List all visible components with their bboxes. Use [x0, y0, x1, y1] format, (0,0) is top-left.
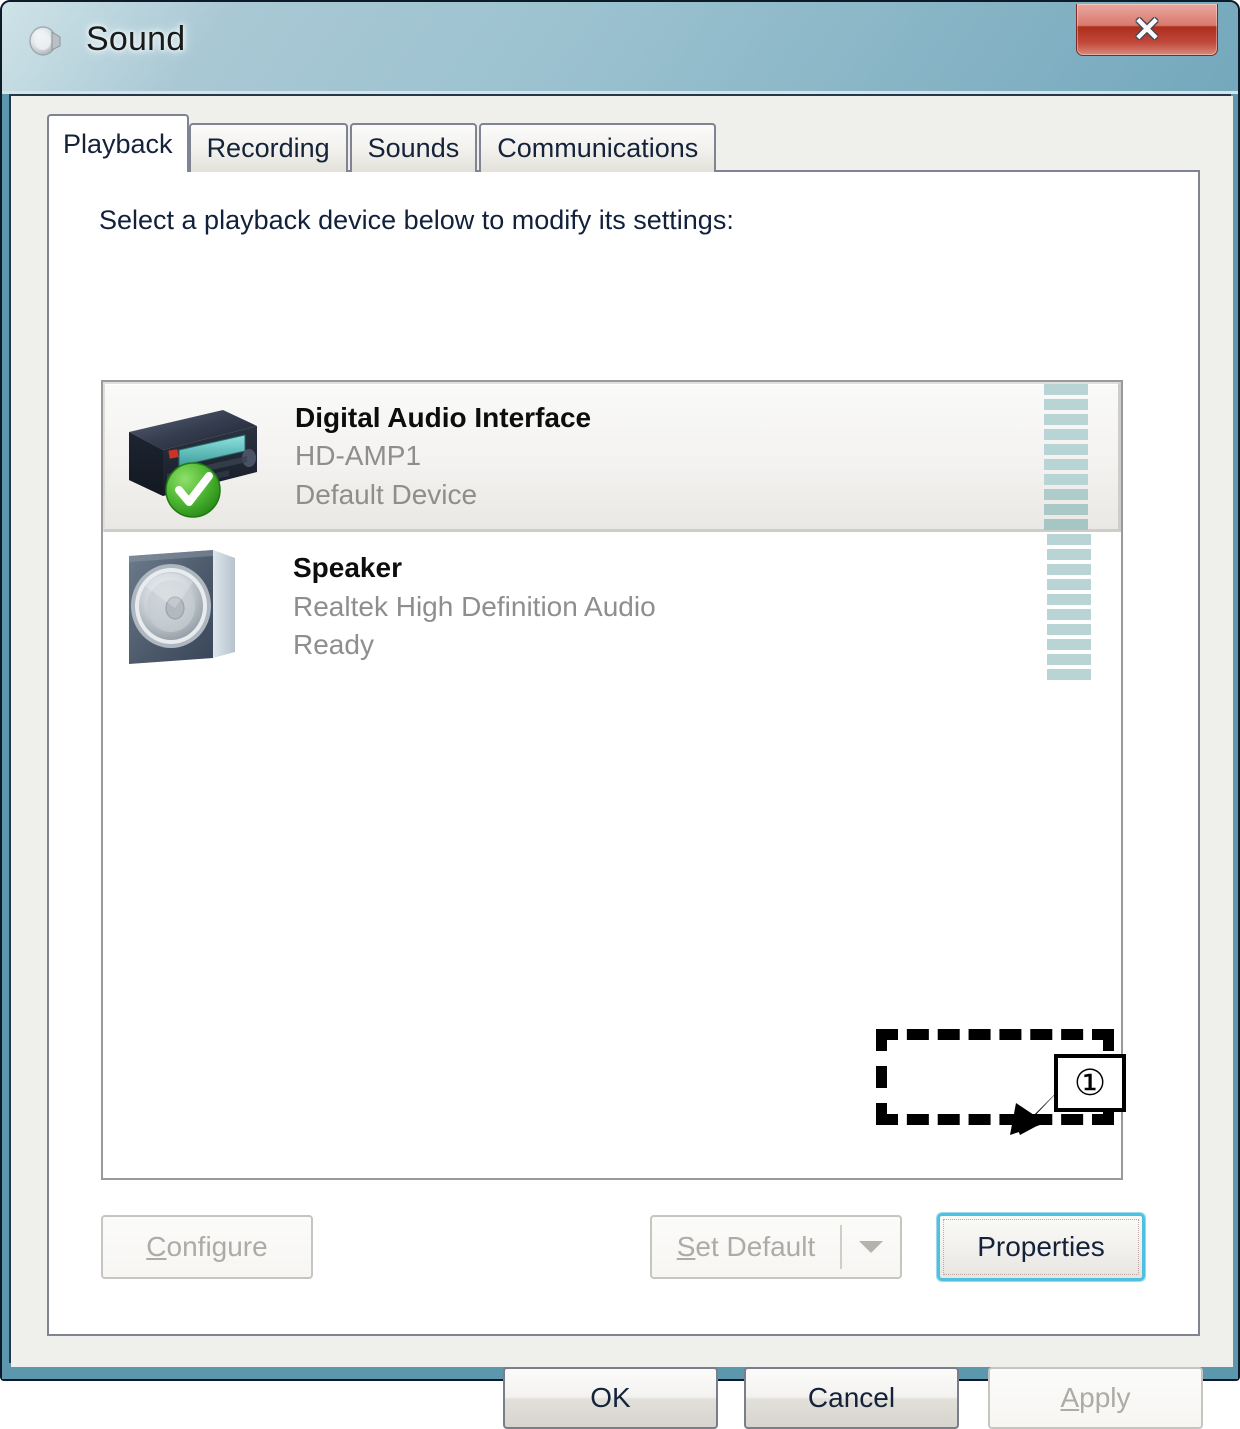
meter-segment: [1044, 428, 1088, 440]
meter-segment: [1044, 383, 1088, 395]
properties-button-label: Properties: [977, 1231, 1105, 1262]
window-title: Sound: [86, 20, 186, 58]
tab-strip: Playback Recording Sounds Communications: [47, 114, 718, 172]
tab-playback[interactable]: Playback: [47, 114, 189, 172]
meter-segment: [1047, 624, 1091, 635]
tab-recording-label: Recording: [206, 133, 330, 163]
dialog-client-area: Playback Recording Sounds Communications…: [11, 96, 1233, 1429]
ok-button[interactable]: OK: [503, 1367, 718, 1429]
device-name: Speaker: [293, 552, 402, 584]
meter-segment: [1044, 443, 1088, 455]
set-default-split-button[interactable]: Set Default: [650, 1215, 902, 1279]
meter-segment: [1047, 579, 1091, 590]
annotation-marker-label: ①: [1073, 1062, 1107, 1103]
sound-dialog-window: Sound ✕ Playback Recording Sounds Commun…: [0, 0, 1240, 1429]
meter-segment: [1047, 609, 1091, 620]
device-status: Default Device: [295, 478, 478, 510]
playback-device-list[interactable]: Digital Audio Interface HD-AMP1 Default …: [101, 380, 1123, 1180]
device-driver: Realtek High Definition Audio: [293, 590, 656, 622]
meter-segment: [1044, 503, 1088, 515]
meter-segment: [1044, 398, 1088, 410]
device-status: Ready: [293, 629, 374, 661]
tab-playback-label: Playback: [63, 128, 173, 159]
list-item-digital-audio-interface[interactable]: Digital Audio Interface HD-AMP1 Default …: [103, 382, 1121, 532]
device-info: Speaker Realtek High Definition Audio Re…: [293, 549, 656, 665]
apply-button[interactable]: Apply: [988, 1367, 1203, 1429]
tab-communications-label: Communications: [497, 133, 699, 163]
meter-segment: [1044, 473, 1088, 485]
speaker-icon: [24, 19, 68, 63]
volume-meter: [1047, 534, 1091, 680]
volume-meter: [1044, 383, 1088, 530]
close-button[interactable]: ✕: [1076, 4, 1218, 56]
meter-segment: [1044, 488, 1088, 500]
audio-receiver-icon: [117, 392, 265, 522]
apply-button-label: Apply: [1060, 1382, 1131, 1413]
list-item-speaker[interactable]: Speaker Realtek High Definition Audio Re…: [103, 532, 1121, 682]
tab-communications[interactable]: Communications: [479, 123, 717, 172]
configure-button-label: Configure: [146, 1231, 268, 1262]
meter-segment: [1047, 669, 1091, 680]
meter-segment: [1047, 654, 1091, 665]
device-driver: HD-AMP1: [295, 440, 422, 472]
meter-segment: [1047, 639, 1091, 650]
ok-button-label: OK: [590, 1382, 631, 1413]
speaker-box-icon: [115, 542, 263, 672]
meter-segment: [1047, 594, 1091, 605]
meter-segment: [1047, 534, 1091, 545]
meter-segment: [1044, 518, 1088, 530]
cancel-button-label: Cancel: [807, 1382, 896, 1413]
meter-segment: [1047, 564, 1091, 575]
annotation-marker-1: ①: [1054, 1054, 1126, 1112]
title-bar: Sound ✕: [2, 2, 1238, 94]
device-name: Digital Audio Interface: [295, 401, 592, 433]
panel-hint-text: Select a playback device below to modify…: [99, 205, 734, 235]
set-default-dropdown-button[interactable]: [842, 1217, 900, 1277]
window-edge-left: [2, 94, 9, 1379]
meter-segment: [1044, 458, 1088, 470]
tab-recording[interactable]: Recording: [188, 123, 348, 172]
meter-segment: [1044, 413, 1088, 425]
set-default-button-label: Set Default: [676, 1231, 816, 1262]
set-default-button[interactable]: Set Default: [652, 1217, 840, 1277]
tab-sounds[interactable]: Sounds: [349, 123, 478, 172]
meter-segment: [1047, 549, 1091, 560]
configure-button[interactable]: Configure: [101, 1215, 313, 1279]
cancel-button[interactable]: Cancel: [744, 1367, 959, 1429]
device-info: Digital Audio Interface HD-AMP1 Default …: [295, 399, 591, 515]
chevron-down-icon: [859, 1241, 883, 1253]
close-icon: ✕: [1132, 10, 1162, 49]
playback-tab-panel: Select a playback device below to modify…: [47, 170, 1200, 1336]
properties-button[interactable]: Properties: [937, 1213, 1145, 1281]
tab-sounds-label: Sounds: [367, 133, 460, 163]
